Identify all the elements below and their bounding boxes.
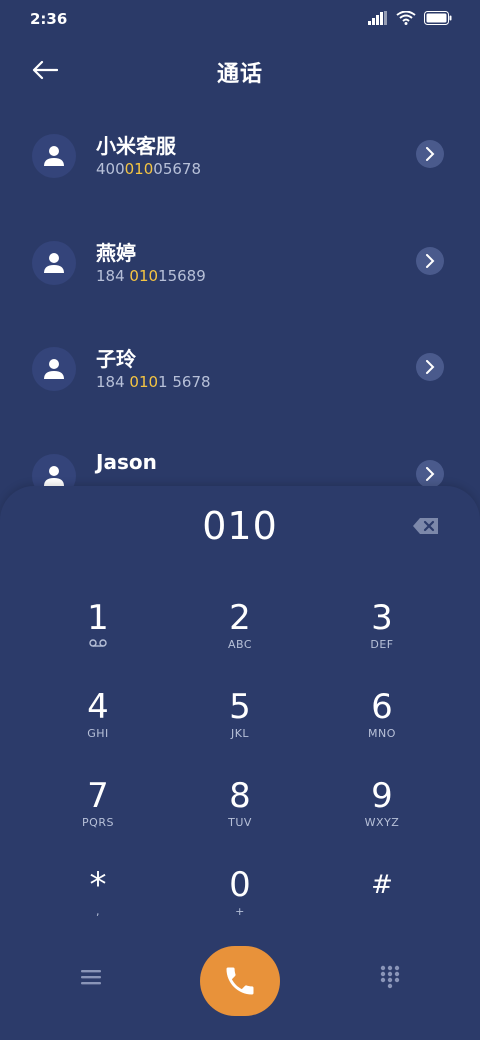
menu-button[interactable] <box>76 962 106 992</box>
avatar <box>32 347 76 391</box>
key-3[interactable]: 3 DEF <box>322 598 442 678</box>
contact-name: 子玲 <box>96 347 136 371</box>
key-star[interactable]: * , <box>38 865 158 945</box>
bottom-action-bar <box>0 946 480 1016</box>
contact-detail-button[interactable] <box>416 460 444 488</box>
voicemail-icon <box>38 638 158 652</box>
page-title: 通话 <box>216 62 263 87</box>
key-0[interactable]: 0 + <box>180 865 300 945</box>
contact-number: 184 01015689 <box>96 267 206 285</box>
header: 通话 <box>0 48 480 92</box>
contact-detail-button[interactable] <box>416 247 444 275</box>
key-7[interactable]: 7 PQRS <box>38 776 158 856</box>
contact-detail-button[interactable] <box>416 140 444 168</box>
key-5[interactable]: 5 JKL <box>180 687 300 767</box>
call-button[interactable] <box>200 946 280 1016</box>
contact-name: Jason <box>96 450 157 474</box>
keypad-toggle-button[interactable] <box>375 962 405 992</box>
wifi-icon <box>396 11 416 25</box>
person-icon <box>44 466 64 486</box>
status-time: 2:36 <box>30 10 68 28</box>
backspace-button[interactable] <box>412 516 440 536</box>
person-icon <box>44 146 64 166</box>
status-icons <box>368 11 452 25</box>
chevron-right-icon <box>426 147 435 161</box>
avatar <box>32 134 76 178</box>
chevron-right-icon <box>426 254 435 268</box>
dial-input[interactable]: 010 <box>0 504 480 548</box>
contact-row[interactable]: 燕婷 184 01015689 <box>0 225 480 305</box>
contact-number: 184 0101 5678 <box>96 373 211 391</box>
key-8[interactable]: 8 TUV <box>180 776 300 856</box>
phone-icon <box>226 967 254 995</box>
key-1[interactable]: 1 <box>38 598 158 678</box>
contact-row[interactable]: 子玲 184 0101 5678 <box>0 331 480 411</box>
avatar <box>32 241 76 285</box>
chevron-right-icon <box>426 467 435 481</box>
contact-name: 小米客服 <box>96 134 176 158</box>
key-9[interactable]: 9 WXYZ <box>322 776 442 856</box>
menu-icon <box>81 970 101 985</box>
chevron-right-icon <box>426 360 435 374</box>
key-2[interactable]: 2 ABC <box>180 598 300 678</box>
person-icon <box>44 359 64 379</box>
signal-icon <box>368 11 387 25</box>
person-icon <box>44 253 64 273</box>
battery-icon <box>424 11 452 25</box>
status-bar: 2:36 <box>0 0 480 38</box>
contact-row[interactable]: 小米客服 40001005678 <box>0 118 480 198</box>
backspace-icon <box>413 518 438 534</box>
dialpad-icon <box>380 965 400 989</box>
key-6[interactable]: 6 MNO <box>322 687 442 767</box>
key-hash[interactable]: # <box>322 865 442 945</box>
contact-number: 40001005678 <box>96 160 201 178</box>
contact-name: 燕婷 <box>96 241 136 265</box>
key-4[interactable]: 4 GHI <box>38 687 158 767</box>
contact-detail-button[interactable] <box>416 353 444 381</box>
